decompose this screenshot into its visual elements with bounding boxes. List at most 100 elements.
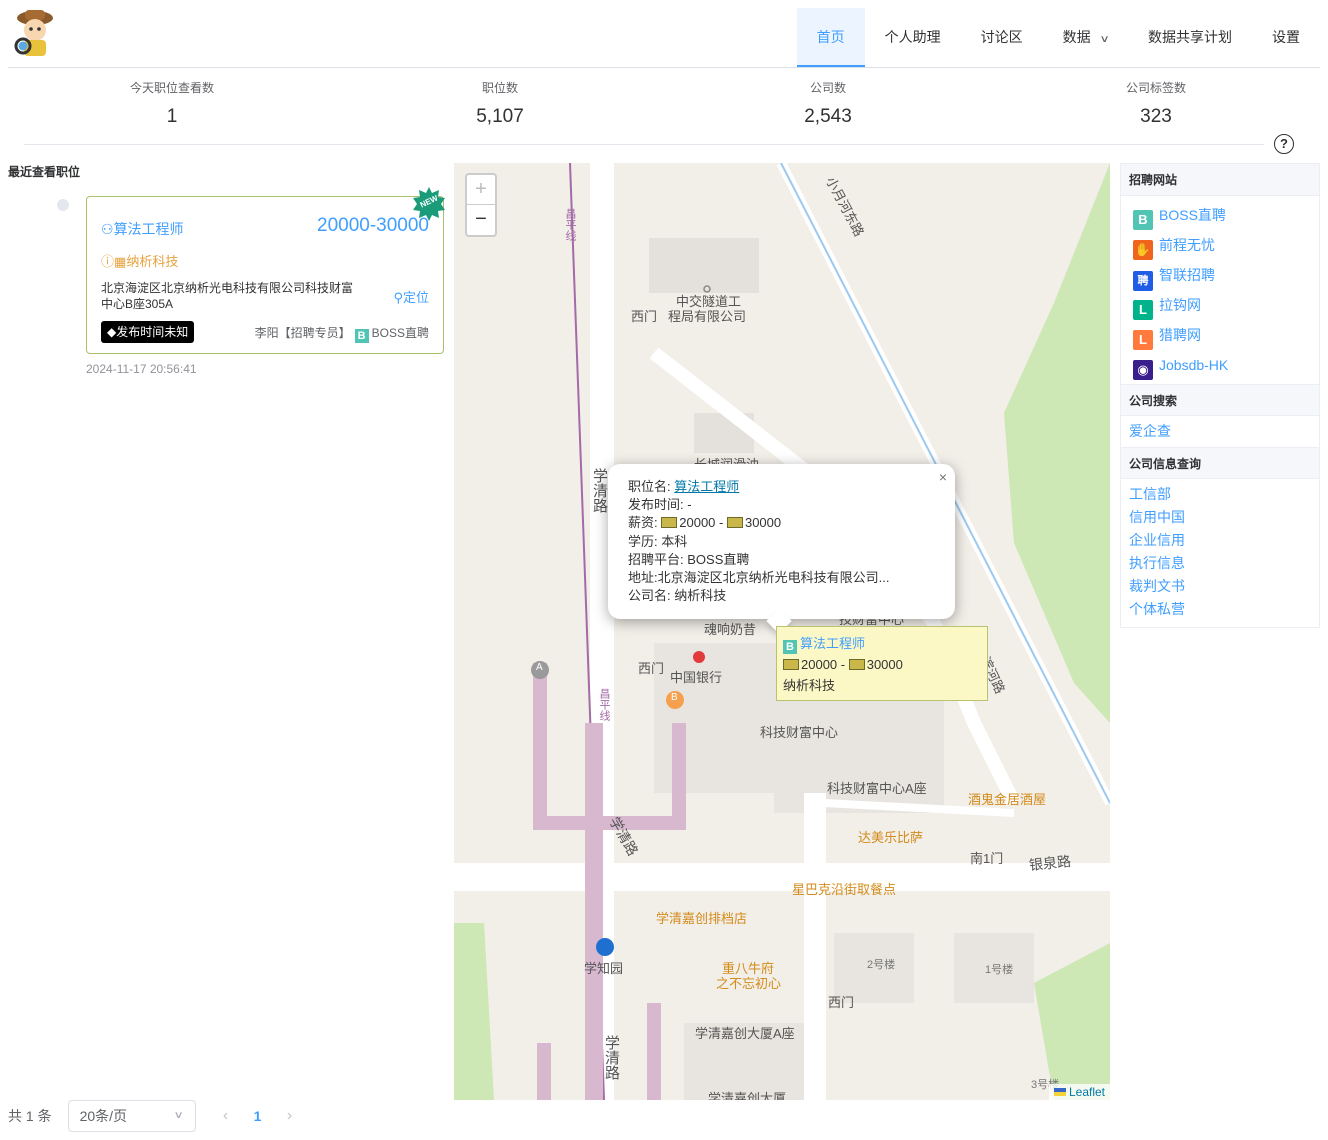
popup-sep: -	[715, 515, 727, 531]
job-map-marker[interactable]: B 算法工程师 20000 - 30000 纳析科技	[776, 626, 988, 701]
help-icon[interactable]: ?	[1274, 134, 1294, 154]
prev-page-button[interactable]: ‹	[210, 1107, 242, 1125]
marker-salary-low: 20000	[801, 657, 838, 672]
side-links-panel: 招聘网站 B BOSS直聘 ✋ 前程无忧 聘智联招聘 L 拉钩网 L 猎聘网 ◉ Jobs…	[1120, 163, 1320, 628]
ukraine-flag-icon	[1053, 1088, 1066, 1096]
leaflet-attribution[interactable]: Leaflet	[1048, 1084, 1110, 1100]
pagination-total: 共 1 条	[8, 1108, 52, 1124]
tag-icon: ◆	[107, 325, 117, 339]
link-label: BOSS直聘	[1159, 207, 1226, 223]
page-number[interactable]: 1	[242, 1108, 274, 1124]
51job-icon: ✋	[1133, 240, 1153, 260]
map-label-hunxiang: 魂响奶昔	[704, 622, 757, 637]
stat-label: 公司数	[809, 81, 846, 95]
nav-data[interactable]: 数据 ∨	[1043, 8, 1128, 67]
job-address: 北京海淀区北京纳析光电科技有限公司科技财富中心B座305A	[101, 281, 354, 311]
map-label-chongba2: 之不忘初心	[716, 976, 782, 991]
divider	[24, 144, 1264, 145]
popup-edu-row: 学历: 本科	[628, 533, 935, 551]
timeline-dot	[57, 199, 69, 211]
boss-icon: B	[783, 640, 797, 654]
stat-label: 职位数	[481, 81, 518, 95]
popup-close-button[interactable]: ×	[939, 468, 947, 486]
popup-time-row: 发布时间: -	[628, 496, 935, 514]
nav-data-label: 数据	[1062, 29, 1091, 45]
popup-label: 职位名:	[628, 479, 671, 494]
link-label: Jobsdb-HK	[1159, 357, 1229, 373]
popup-value: 纳析科技	[674, 588, 727, 604]
link-credit-china[interactable]: 信用中国	[1121, 506, 1319, 529]
stat-label: 公司标签数	[1125, 81, 1186, 95]
locate-button[interactable]: ⚲定位	[393, 287, 429, 306]
pagination: 共 1 条 20条/页 ∨ ‹ 1 ›	[8, 1100, 306, 1132]
link-51job[interactable]: ✋ 前程无忧	[1121, 230, 1319, 260]
job-card[interactable]: NEW ⚇算法工程师 20000-30000 ⓘ▦纳析科技 北京海淀区北京纳析光…	[86, 187, 445, 354]
map-label-jiugui: 酒鬼金居酒屋	[968, 792, 1047, 807]
link-boss[interactable]: B BOSS直聘	[1121, 200, 1319, 230]
top-header: 首页 个人助理 讨论区 数据 ∨ 数据共享计划 设置	[8, 0, 1320, 68]
link-judgments[interactable]: 裁判文书	[1121, 575, 1319, 598]
boss-icon: B	[354, 329, 369, 343]
map-label-changping2: 昌平线	[598, 688, 610, 721]
link-lagou[interactable]: L 拉钩网	[1121, 290, 1319, 320]
marker-title-row: B 算法工程师	[783, 633, 981, 654]
map[interactable]: + − 昌平线 小月河东路 中交隧道工 程局有限公司 西门 长城润滑油 学清路 …	[454, 163, 1110, 1100]
page-size-select[interactable]: 20条/页 ∨	[67, 1100, 196, 1132]
map-label-lou1: 1号楼	[985, 964, 1014, 976]
link-enterprise-credit[interactable]: 企业信用	[1121, 529, 1319, 552]
recruit-site-list: B BOSS直聘 ✋ 前程无忧 聘智联招聘 L 拉钩网 L 猎聘网 ◉ Jobsdb-HK	[1121, 196, 1319, 384]
company-search-list: 爱企查	[1121, 416, 1319, 447]
nav-forum[interactable]: 讨论区	[961, 8, 1043, 67]
link-zhaopin[interactable]: 聘智联招聘	[1121, 260, 1319, 291]
stat-value: 323	[1140, 106, 1172, 127]
job-title-text: 算法工程师	[113, 221, 184, 237]
company-icon: ▦	[114, 254, 127, 269]
next-page-button[interactable]: ›	[274, 1107, 306, 1125]
liepin-icon: L	[1133, 330, 1153, 350]
platform-name: BOSS直聘	[371, 326, 429, 340]
map-label-nan1men: 南1门	[970, 851, 1004, 866]
stat-today-views: 今天职位查看数 1	[72, 78, 272, 128]
link-enforcement-info[interactable]: 执行信息	[1121, 552, 1319, 575]
main-nav: 首页 个人助理 讨论区 数据 ∨ 数据共享计划 设置	[796, 8, 1320, 68]
marker-sep: -	[837, 657, 849, 672]
map-label-kejicaifu: 科技财富中心	[760, 725, 839, 740]
map-label-jiachuang-a: 学清嘉创大厦A座	[695, 1026, 795, 1041]
job-icon: ⚇	[101, 221, 114, 237]
map-label-bank: 中国银行	[670, 670, 723, 685]
viewed-time: 2024-11-17 20:56:41	[86, 362, 197, 376]
nav-data-sharing[interactable]: 数据共享计划	[1128, 8, 1252, 67]
company-info-list: 工信部 信用中国 企业信用 执行信息 裁判文书 个体私营	[1121, 479, 1319, 625]
job-company[interactable]: ⓘ▦纳析科技	[101, 251, 178, 270]
popup-label: 发布时间:	[628, 497, 684, 513]
locate-label: 定位	[402, 290, 429, 305]
nav-settings[interactable]: 设置	[1252, 8, 1320, 67]
chevron-down-icon: ∨	[1099, 34, 1110, 45]
zoom-out-button[interactable]: −	[467, 205, 495, 235]
link-miit[interactable]: 工信部	[1121, 483, 1319, 506]
money-icon	[783, 659, 799, 670]
lagou-icon: L	[1133, 300, 1153, 320]
link-jobsdb[interactable]: ◉ Jobsdb-HK	[1121, 350, 1319, 380]
location-pin-icon: ⚲	[393, 290, 403, 305]
jobsdb-icon: ◉	[1133, 360, 1153, 380]
popup-value: BOSS直聘	[687, 551, 750, 567]
popup-job-link[interactable]: 算法工程师	[674, 479, 739, 494]
link-private-business[interactable]: 个体私营	[1121, 598, 1319, 621]
stats-bar: 今天职位查看数 1 职位数 5,107 公司数 2,543 公司标签数 323	[8, 78, 1320, 134]
popup-value: 北京海淀区北京纳析光电科技有限公司...	[657, 570, 890, 586]
link-liepin[interactable]: L 猎聘网	[1121, 320, 1319, 350]
map-label-jiachuang-pai: 学清嘉创排档店	[656, 911, 748, 926]
nav-home[interactable]: 首页	[796, 8, 865, 67]
chevron-down-icon: ∨	[173, 1110, 185, 1121]
link-aiqicha[interactable]: 爱企查	[1121, 420, 1319, 443]
explorer-logo[interactable]	[12, 6, 58, 60]
question-circle-icon: ⓘ	[101, 254, 115, 269]
money-icon	[848, 659, 865, 670]
link-label: 前程无忧	[1159, 237, 1215, 253]
link-label: 智联招聘	[1159, 267, 1215, 283]
zoom-in-button[interactable]: +	[467, 175, 495, 205]
recent-jobs-title: 最近查看职位	[8, 165, 81, 179]
job-title-link[interactable]: ⚇算法工程师	[101, 219, 184, 239]
nav-assistant[interactable]: 个人助理	[865, 8, 961, 67]
